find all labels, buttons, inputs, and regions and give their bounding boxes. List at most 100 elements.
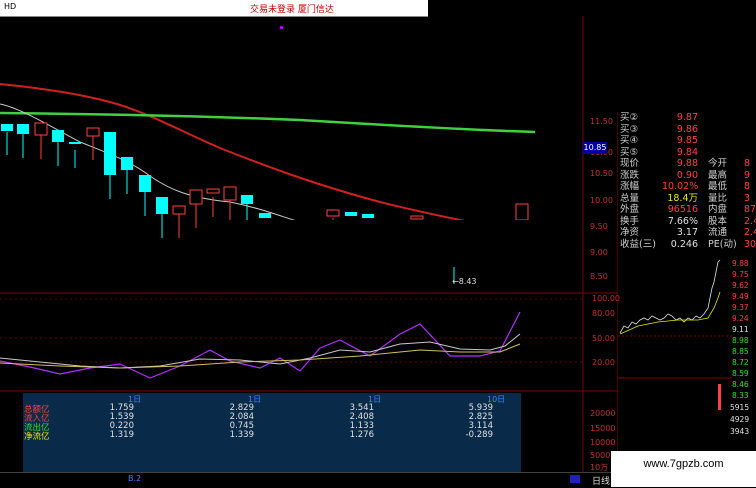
candle-body	[172, 205, 186, 215]
app-name: HD	[4, 2, 17, 11]
quote-row: 换手 7.66% 股本 2.40	[618, 216, 756, 228]
quote-value-2: 2.40	[744, 227, 756, 238]
price-axis-label: 10.50	[590, 169, 613, 178]
quote-bid-label: 买③	[620, 123, 639, 135]
quote-row: 涨跌 0.90 最高 9	[618, 170, 756, 182]
low-price-annotation: ←8.43	[452, 277, 477, 286]
candle-body	[52, 130, 64, 142]
quote-value: 18.4万	[667, 192, 698, 204]
price-axis-label: 10.00	[590, 196, 613, 205]
candle-body	[259, 213, 271, 218]
quote-label-2: 最低	[708, 181, 728, 192]
indicator-axis-label: 50.00	[592, 334, 615, 343]
intraday-axis-label: 8.46	[732, 380, 749, 389]
quote-value: 0.246	[670, 238, 698, 250]
quote-bid-label: 买②	[620, 112, 639, 123]
candle-body	[1, 124, 13, 131]
quote-label: 外盘	[620, 204, 640, 215]
quote-row: 净资 3.17 流通 2.40	[618, 227, 756, 239]
watermark: www.7gpzb.com	[611, 451, 756, 487]
quote-label-2: 最高	[708, 169, 728, 181]
candle-body	[104, 132, 116, 175]
candle-body	[206, 188, 220, 194]
quote-value: 10.02%	[662, 181, 699, 192]
quote-bid-row: 买③ 9.86	[618, 124, 756, 136]
candle-body	[362, 214, 374, 218]
quote-label: 涨跌	[620, 169, 640, 181]
quote-label: 涨幅	[620, 181, 640, 192]
bottom-bar: B.2	[0, 472, 611, 488]
quote-row: 总量 18.4万 量比 3	[618, 193, 756, 205]
candle-last	[515, 203, 529, 221]
quote-label-2: 流通	[708, 227, 728, 238]
quote-bid-price: 9.84	[676, 146, 698, 158]
quote-label: 换手	[620, 215, 640, 227]
quote-value: 3.17	[676, 227, 698, 238]
candle-body	[139, 175, 151, 192]
current-price-tag: 10.85	[583, 142, 607, 154]
scroll-button[interactable]	[570, 475, 580, 483]
intraday-volume-spike	[718, 384, 721, 410]
quote-value: 9.88	[676, 158, 698, 169]
price-axis-label: 11.50	[590, 117, 613, 126]
intraday-axis-label: 9.49	[732, 292, 749, 301]
quote-row: 现价 9.88 今开 8	[618, 158, 756, 170]
quote-value-2: 874	[744, 204, 756, 215]
intraday-axis-label: 9.24	[732, 314, 749, 323]
intraday-axis-label: 9.62	[732, 281, 749, 290]
price-axis-label: 9.50	[590, 222, 608, 231]
candle-body	[223, 186, 237, 201]
tab-daily[interactable]: 日线	[592, 474, 610, 487]
price-axis-label: 8.50	[590, 272, 608, 281]
quote-label-2: 股本	[708, 215, 728, 227]
ma-green-line	[0, 111, 536, 134]
candle-body	[69, 142, 81, 144]
fund-flow-value: 1.339	[229, 430, 254, 440]
candle-body	[86, 127, 100, 137]
candle-body	[156, 197, 168, 214]
quote-value-2: 9	[744, 169, 751, 181]
quote-label-2: 量比	[708, 192, 728, 204]
quote-bid-price: 9.86	[676, 123, 698, 135]
intraday-axis-label: 8.33	[732, 391, 749, 400]
intraday-axis-label: 8.59	[732, 369, 749, 378]
fund-flow-value: 1.319	[109, 430, 134, 440]
redacted-box	[214, 220, 541, 266]
intraday-volume-label: 5915	[730, 403, 750, 412]
quote-label: 净资	[620, 227, 640, 238]
ma-red-line	[0, 83, 471, 223]
fund-flow-label: 净流亿	[24, 432, 50, 442]
quote-label-2: 今开	[708, 158, 728, 169]
fund-flow-value: -0.289	[465, 430, 493, 440]
quote-bid-price: 9.85	[676, 135, 698, 146]
intraday-price-line	[619, 259, 721, 334]
low-price-value: 8.43	[458, 277, 477, 286]
intraday-axis-label: 9.37	[732, 303, 749, 312]
quote-label: 收益(三)	[620, 238, 656, 250]
quote-label: 总量	[620, 192, 640, 204]
candle-body	[345, 212, 357, 216]
quote-bid-price: 9.87	[676, 112, 698, 123]
volume-axis-label: 20000	[590, 409, 616, 418]
quote-label-2: 内盘	[708, 204, 728, 215]
candle-body	[17, 124, 29, 134]
fund-flow-value: 1.276	[349, 430, 374, 440]
quote-bid-label: 买⑤	[620, 146, 639, 158]
quote-value-2: 30	[744, 238, 756, 250]
candle-body	[241, 195, 253, 204]
indicator-axis-label: 20.00	[592, 358, 615, 367]
volume-axis-label: 5000	[590, 451, 611, 460]
quote-bid-label: 买④	[620, 135, 639, 146]
candle-body	[121, 157, 133, 170]
quote-label-2: PE(动)	[708, 238, 737, 250]
intraday-mini-chart[interactable]	[618, 258, 732, 410]
quote-row: 收益(三) 0.246 PE(动) 30	[618, 239, 756, 251]
intraday-axis-label: 8.72	[732, 358, 749, 367]
ma-white-line	[0, 103, 301, 223]
quote-bid-row: 买② 9.87	[618, 112, 756, 124]
quote-bid-row: 买④ 9.85	[618, 135, 756, 147]
quote-value-2: 8	[744, 181, 751, 192]
bottom-left-marker: B.2	[128, 474, 142, 483]
quote-value: 96516	[667, 204, 698, 215]
quote-row: 涨幅 10.02% 最低 8	[618, 181, 756, 193]
